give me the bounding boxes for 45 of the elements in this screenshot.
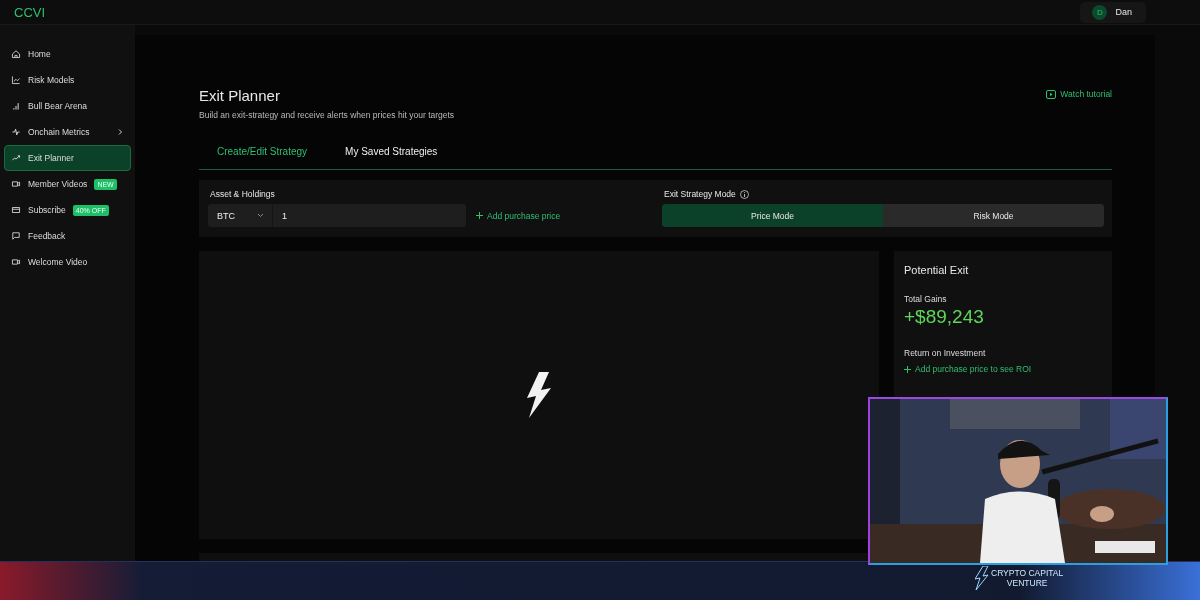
nav-icon: [11, 127, 21, 137]
plus-icon: [476, 212, 483, 219]
amount-input[interactable]: 1: [273, 204, 466, 227]
stat-label: Total Gains: [904, 294, 948, 304]
nav-icon: [11, 101, 21, 111]
card-title: Potential Exit: [904, 264, 970, 276]
user-avatar: D: [1092, 4, 1108, 20]
sidebar-item[interactable]: Home: [4, 41, 131, 67]
mode-toggle[interactable]: Price Mode: [662, 204, 883, 227]
stat-label: Return on Investment: [904, 348, 987, 358]
sidebar-item[interactable]: Risk Models: [4, 67, 131, 93]
play-icon: [1046, 89, 1057, 99]
asset-dropdown[interactable]: BTC: [208, 204, 273, 227]
caret-icon: [257, 213, 264, 218]
watch-tutorial-link[interactable]: Watch tutorial: [1046, 87, 1112, 101]
nav-icon: [11, 257, 21, 267]
brand-text: CRYPTO CAPITAL: [991, 568, 1064, 578]
plus-icon: [904, 365, 911, 373]
lightning-logo-icon: [975, 566, 989, 590]
nav-icon: [11, 205, 21, 215]
page-title: Exit Planner: [199, 87, 281, 104]
sidebar-item[interactable]: Feedback: [4, 223, 131, 249]
user-menu[interactable]: D Dan: [1080, 1, 1146, 23]
field-label: Exit Strategy Mode: [664, 189, 736, 199]
info-icon[interactable]: [739, 189, 749, 199]
sidebar-item[interactable]: Bull Bear Arena: [4, 93, 131, 119]
sidebar-item[interactable]: Exit Planner: [4, 145, 131, 171]
add-purchase-price-link[interactable]: Add purchase price to see ROI: [904, 364, 1032, 374]
sidebar-item[interactable]: Onchain Metrics: [4, 119, 131, 145]
page-subtitle: Build an exit-strategy and receive alerts when prices hit your targets: [199, 110, 455, 120]
nav-icon: [11, 179, 21, 189]
app-logo[interactable]: CCVI: [14, 4, 46, 20]
nav-icon: [11, 49, 21, 59]
sidebar-item[interactable]: Welcome Video: [4, 249, 131, 275]
total-gains-value: +$89,243: [904, 306, 985, 328]
lightning-icon: [527, 372, 551, 418]
nav-icon: [11, 153, 21, 163]
user-name: Dan: [1115, 7, 1132, 17]
brand-text: VENTURE: [1005, 578, 1049, 588]
nav-icon: [11, 231, 21, 241]
strategy-tab[interactable]: My Saved Strategies: [345, 138, 438, 169]
add-purchase-price-link[interactable]: Add purchase price: [476, 210, 561, 221]
strategy-tab[interactable]: Create/Edit Strategy: [217, 138, 308, 169]
field-label: Asset & Holdings: [210, 189, 275, 199]
nav-icon: [11, 75, 21, 85]
